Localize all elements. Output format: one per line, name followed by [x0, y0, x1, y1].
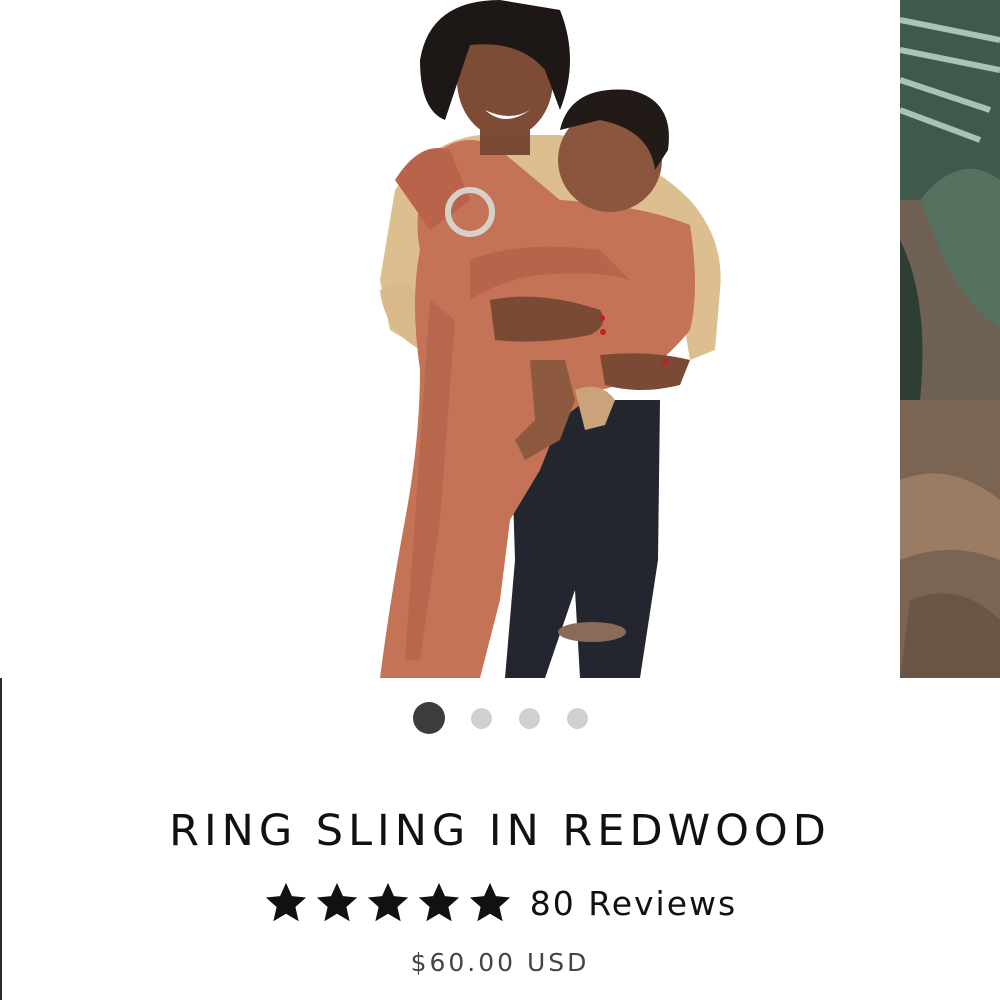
carousel-dot-4[interactable] — [567, 708, 588, 729]
carousel-slide-1[interactable] — [0, 0, 900, 678]
product-title: RING SLING IN REDWOOD — [169, 806, 831, 856]
product-image-carousel[interactable] — [0, 0, 1000, 680]
product-rating[interactable]: 80 Reviews — [0, 880, 1000, 926]
star-icon — [265, 882, 306, 922]
carousel-dot-2[interactable] — [471, 708, 492, 729]
product-page: RING SLING IN REDWOOD 80 Reviews $60.00 … — [0, 0, 1000, 1000]
product-photo-tropical-leaves — [900, 0, 1000, 678]
star-icon — [316, 882, 357, 922]
carousel-dot-1-active[interactable] — [413, 702, 445, 734]
carousel-slide-2-peek[interactable] — [900, 0, 1000, 678]
star-icon — [418, 882, 459, 922]
star-icon — [469, 882, 510, 922]
star-icon — [367, 882, 408, 922]
rating-stars — [263, 880, 518, 926]
product-photo-mother-baby-sling — [0, 0, 900, 678]
reviews-count-link[interactable]: 80 Reviews — [530, 884, 737, 923]
product-price: $60.00 USD — [410, 948, 590, 977]
carousel-dot-3[interactable] — [519, 708, 540, 729]
carousel-pagination — [0, 702, 1000, 734]
